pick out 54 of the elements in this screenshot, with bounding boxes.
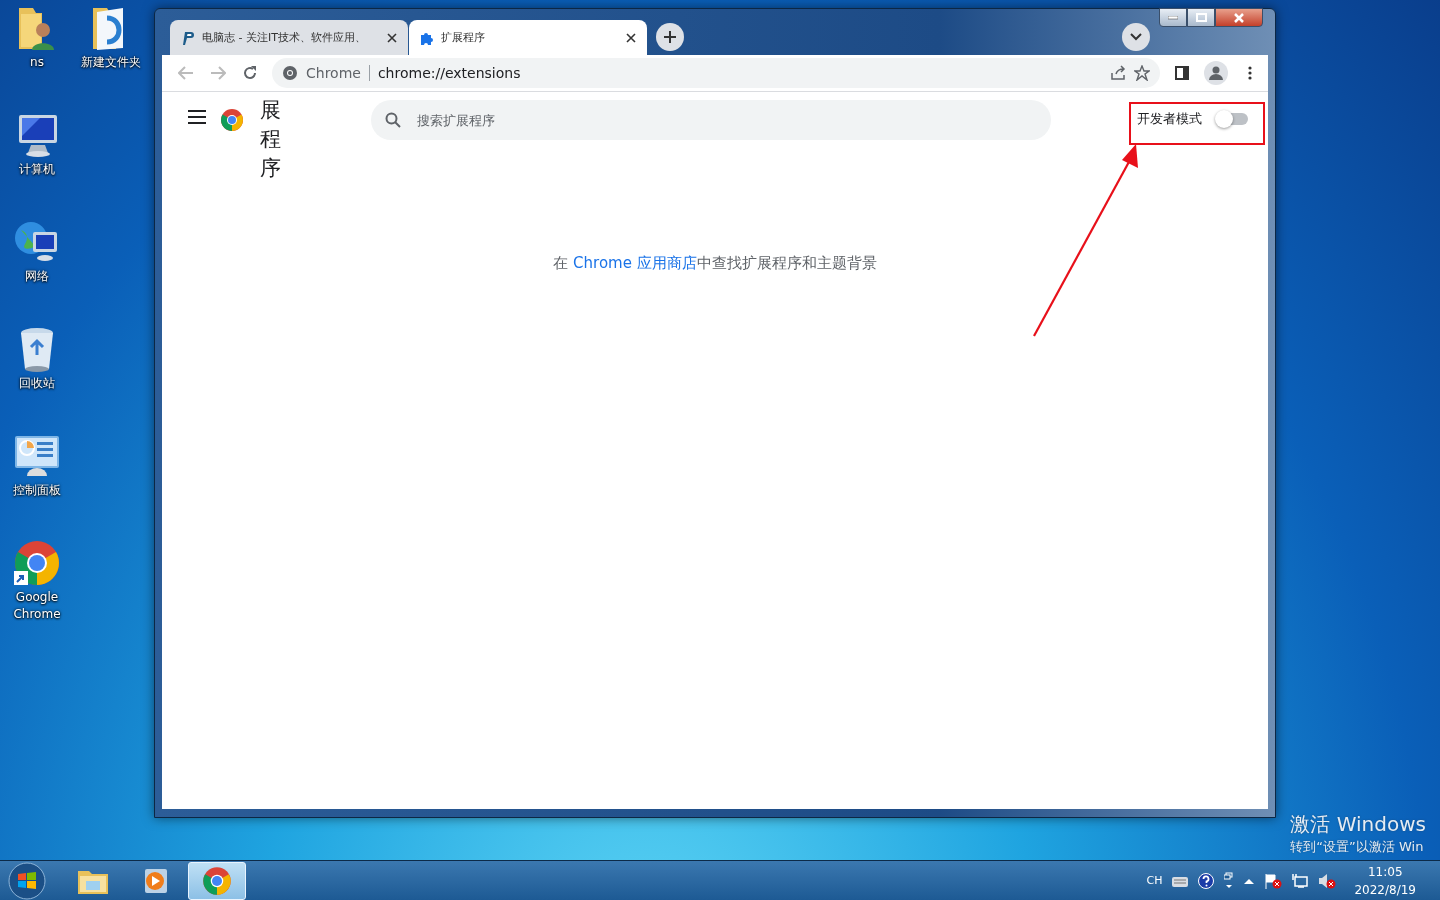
play-icon [142,866,168,895]
help-icon[interactable] [1198,872,1215,889]
browser-tab[interactable]: 电脑志 - 关注IT技术、软件应用、 [170,20,408,55]
desktop-icon-label[interactable]: 新建文件夹 [74,54,148,71]
site-favicon-icon [180,29,196,46]
start-button[interactable] [8,861,46,900]
star-icon[interactable] [1134,65,1150,81]
activation-notice-title: 激活 Windows [1290,811,1426,838]
network-icon[interactable] [1292,872,1309,889]
activation-notice-hint: 转到“设置”以激活 Win [1290,838,1425,856]
chrome-page-icon [282,65,298,81]
search-icon [385,112,401,128]
close-button[interactable] [1215,8,1263,27]
developer-mode-label: 开发者模式 [1137,110,1202,128]
share-icon[interactable] [1110,65,1126,81]
chrome-logo-icon [202,865,232,896]
minimize-button[interactable] [1159,8,1187,27]
search-field[interactable]: 搜索扩展程序 [371,100,1051,140]
maximize-icon [1195,13,1207,22]
desktop-icon-label[interactable]: 回收站 [0,375,74,392]
toggle-switch[interactable] [1216,111,1250,127]
close-icon [1233,12,1245,23]
minimize-icon [1168,15,1178,20]
desktop-icon-label[interactable]: ns [0,54,74,71]
show-hidden-icon[interactable] [1244,877,1255,884]
address-bar[interactable]: Chrome chrome://extensions [272,58,1160,88]
plus-icon [663,30,677,44]
windows-switch-icon[interactable] [1224,871,1235,890]
side-panel-icon[interactable] [1172,63,1192,83]
tab-search-button[interactable] [1122,23,1150,51]
clock-date[interactable]: 2022/8/19 [1354,880,1416,899]
chrome-logo-icon[interactable] [13,539,61,587]
profile-avatar-icon[interactable] [1204,61,1228,85]
input-language-label[interactable]: CH [1146,874,1163,887]
taskbar-button[interactable] [188,861,246,900]
url-text: chrome://extensions [377,65,522,81]
page-title: 展程序 [260,97,281,182]
desktop-icon-label[interactable]: 网络 [0,268,74,285]
store-hint-text: 在 Chrome 应用商店中查找扩展程序和主题背景 [552,254,878,273]
maximize-button[interactable] [1187,8,1215,27]
desktop-icon-label[interactable]: Google Chrome [0,589,74,623]
desktop-icon-label[interactable]: 计算机 [0,161,74,178]
chrome-logo-icon [220,108,244,132]
desktop-icon-label[interactable]: 控制面板 [0,482,74,499]
site-label: Chrome [306,65,361,81]
browser-tab[interactable]: 扩展程序 [409,20,647,55]
store-link[interactable]: Chrome 应用商店 [573,254,697,272]
volume-muted-icon[interactable] [1318,872,1337,889]
new-tab-button[interactable] [656,23,684,51]
clock-time[interactable]: 11:05 [1367,862,1403,881]
chevron-down-icon [1130,33,1142,41]
action-center-flag-icon[interactable] [1264,872,1283,889]
menu-icon[interactable] [188,110,206,124]
keyboard-icon[interactable] [1172,874,1189,887]
